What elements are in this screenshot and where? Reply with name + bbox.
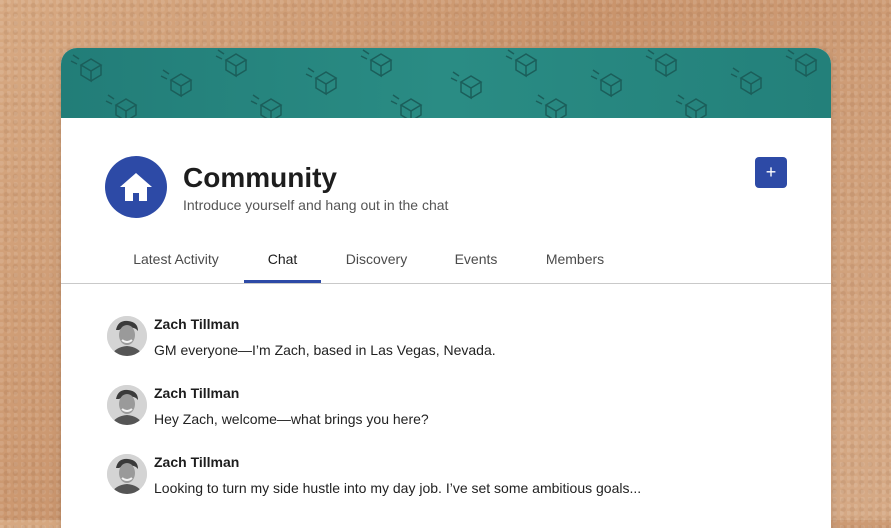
banner-pattern (70, 49, 817, 118)
tab-members[interactable]: Members (539, 237, 611, 281)
chat-message: Zach Tillman GM everyone—I’m Zach, based… (107, 310, 787, 360)
add-button[interactable]: + (755, 157, 787, 188)
home-icon (120, 173, 152, 201)
community-banner (61, 48, 831, 118)
page-subtitle: Introduce yourself and hang out in the c… (183, 197, 449, 213)
community-card: Community Introduce yourself and hang ou… (61, 48, 831, 528)
avatar[interactable] (107, 454, 147, 494)
chat-message: Zach Tillman Looking to turn my side hus… (107, 448, 787, 498)
tab-chat[interactable]: Chat (244, 237, 321, 283)
avatar[interactable] (107, 316, 147, 356)
tab-latest-activity[interactable]: Latest Activity (123, 237, 229, 281)
message-author: Zach Tillman (154, 454, 240, 470)
community-avatar (105, 156, 167, 218)
message-text: Looking to turn my side hustle into my d… (154, 480, 642, 496)
tab-bar: Latest Activity Chat Discovery Events Me… (61, 237, 831, 284)
avatar[interactable] (107, 385, 147, 425)
message-text: Hey Zach, welcome—what brings you here? (154, 411, 429, 427)
tab-discovery[interactable]: Discovery (339, 237, 414, 281)
message-author: Zach Tillman (154, 385, 240, 401)
chat-message: Zach Tillman Hey Zach, welcome—what brin… (107, 379, 787, 429)
message-author: Zach Tillman (154, 316, 240, 332)
plus-icon: + (765, 162, 777, 182)
message-text: GM everyone—I’m Zach, based in Las Vegas… (154, 342, 496, 358)
tab-events[interactable]: Events (449, 237, 503, 281)
page-title: Community (183, 162, 337, 193)
